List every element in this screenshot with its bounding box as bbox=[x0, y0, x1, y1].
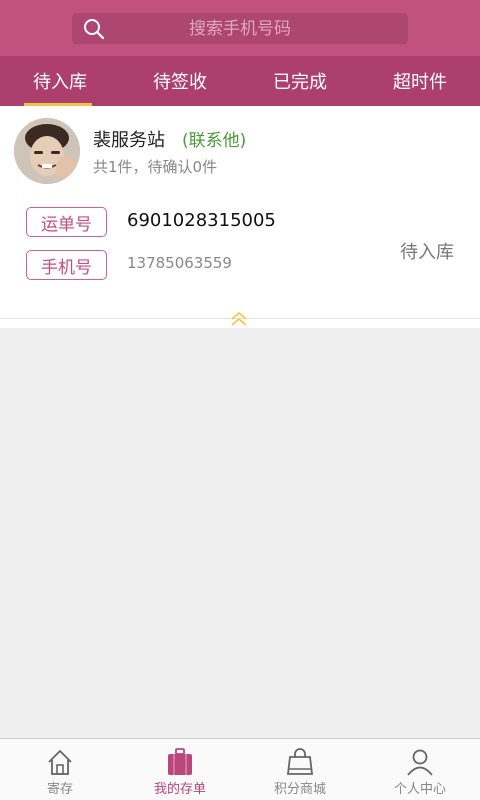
chevron-up-icon[interactable] bbox=[229, 310, 249, 328]
person-icon bbox=[407, 749, 433, 776]
search-bar[interactable] bbox=[72, 13, 408, 44]
home-icon bbox=[48, 749, 72, 775]
nav-points-mall[interactable]: 积分商城 bbox=[240, 739, 360, 800]
parcel-summary: 共1件，待确认0件 bbox=[93, 158, 218, 176]
tab-pending-signoff[interactable]: 待签收 bbox=[120, 56, 240, 106]
contact-link[interactable]: (联系他) bbox=[182, 126, 246, 151]
nav-profile[interactable]: 个人中心 bbox=[360, 739, 480, 800]
tab-overdue[interactable]: 超时件 bbox=[360, 56, 480, 106]
status-label: 待入库 bbox=[400, 242, 454, 263]
nav-deposit-label: 寄存 bbox=[46, 782, 73, 797]
tab-bar: 待入库 待签收 已完成 超时件 bbox=[0, 56, 480, 106]
nav-my-orders-label: 我的存单 bbox=[153, 782, 206, 797]
parcel-card[interactable]: 裴服务站 (联系他) 共1件，待确认0件 运单号 6901028315005 手… bbox=[0, 106, 480, 328]
nav-points-mall-label: 积分商城 bbox=[273, 782, 326, 797]
waybill-tag: 运单号 bbox=[26, 207, 107, 237]
nav-profile-label: 个人中心 bbox=[393, 782, 446, 797]
bottom-nav: 寄存 我的存单 积分商城 个人中心 bbox=[0, 738, 480, 800]
shopping-bag-icon bbox=[286, 748, 314, 775]
phone-number: 13785063559 bbox=[127, 254, 232, 272]
tab-completed[interactable]: 已完成 bbox=[240, 56, 360, 106]
avatar bbox=[14, 118, 80, 184]
app-header bbox=[0, 0, 480, 56]
nav-my-orders[interactable]: 我的存单 bbox=[120, 739, 240, 800]
bag-icon bbox=[168, 748, 192, 775]
phone-tag: 手机号 bbox=[26, 250, 107, 280]
nav-deposit[interactable]: 寄存 bbox=[0, 739, 120, 800]
tab-pending-storage[interactable]: 待入库 bbox=[0, 56, 120, 106]
waybill-number: 6901028315005 bbox=[127, 210, 276, 231]
search-input[interactable] bbox=[72, 13, 408, 44]
station-name: 裴服务站 bbox=[93, 130, 165, 151]
